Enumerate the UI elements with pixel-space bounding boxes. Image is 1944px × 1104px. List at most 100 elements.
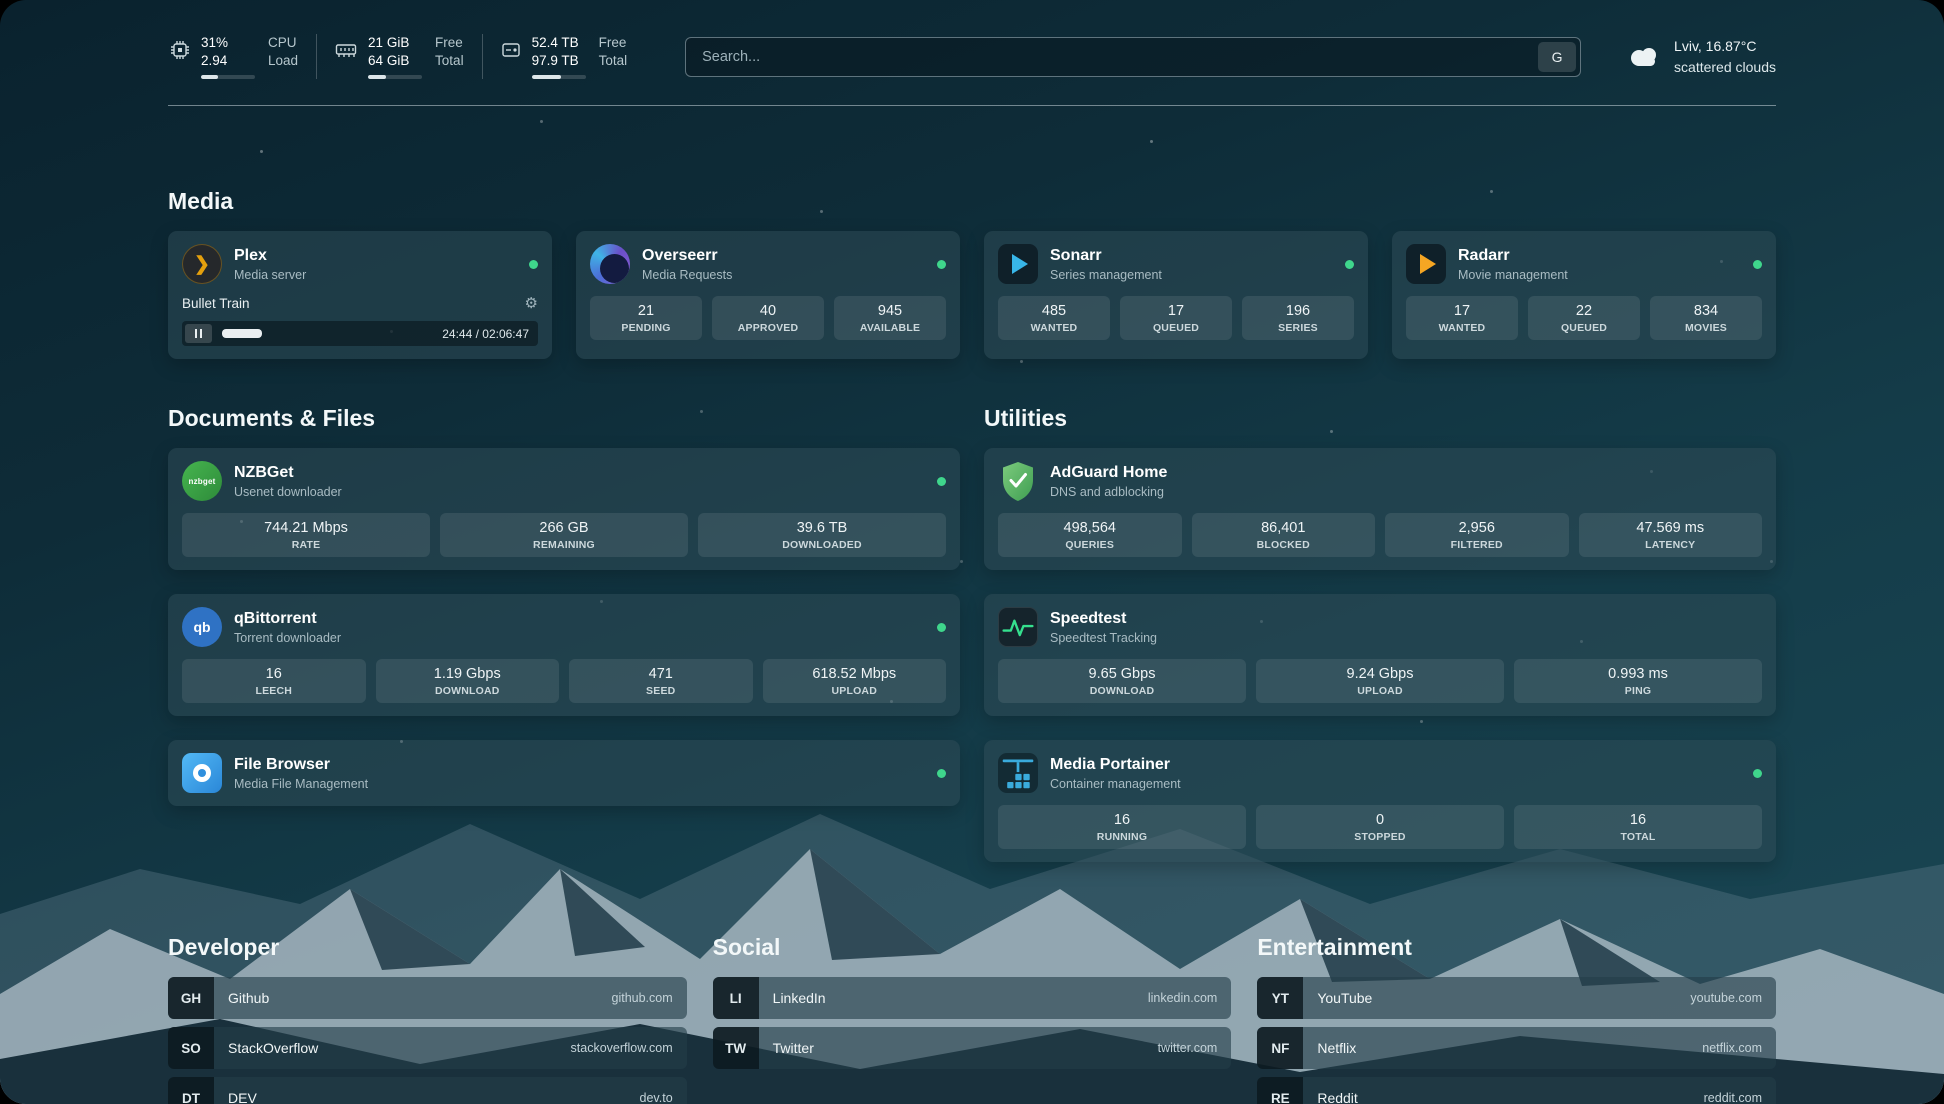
plex-seek-bar[interactable]: [222, 329, 432, 338]
pause-button[interactable]: [185, 324, 212, 343]
disk-free: 52.4 TB: [532, 34, 586, 52]
stat-series: 196 SERIES: [1242, 296, 1354, 340]
bookmark-reddit[interactable]: RE Reddit reddit.com: [1257, 1077, 1776, 1104]
radarr-icon: [1406, 244, 1446, 284]
bookmarks-area: Developer GH Github github.com SO StackO…: [168, 934, 1776, 1104]
ram-free: 21 GiB: [368, 34, 422, 52]
ram-total: 64 GiB: [368, 52, 422, 70]
cpu-metric-body: 31% 2.94 CPU Load: [201, 34, 298, 79]
cpu-label-bottom: Load: [268, 52, 298, 70]
stat-filtered: 2,956 FILTERED: [1385, 513, 1569, 557]
bookmark-linkedin[interactable]: LI LinkedIn linkedin.com: [713, 977, 1232, 1019]
filebrowser-status-dot: [937, 769, 946, 778]
ram-metric: 21 GiB 64 GiB Free Total: [316, 34, 482, 79]
bookmark-twitter[interactable]: TW Twitter twitter.com: [713, 1027, 1232, 1069]
stat-queued: 22 QUEUED: [1528, 296, 1640, 340]
bookmark-netflix[interactable]: NF Netflix netflix.com: [1257, 1027, 1776, 1069]
speedtest-icon: [998, 607, 1038, 647]
dev-abbr-badge: DT: [168, 1077, 214, 1104]
adguard-shield-icon: [998, 461, 1038, 501]
card-adguard[interactable]: AdGuard Home DNS and adblocking 498,564 …: [984, 448, 1776, 570]
stat-pending: 21 PENDING: [590, 296, 702, 340]
card-portainer[interactable]: Media Portainer Container management 16 …: [984, 740, 1776, 862]
portainer-status-dot: [1753, 769, 1762, 778]
sonarr-text: Sonarr Series management: [1050, 247, 1162, 282]
netflix-abbr-badge: NF: [1257, 1027, 1303, 1069]
disk-progress-fill: [532, 75, 561, 79]
overseerr-name: Overseerr: [642, 247, 732, 265]
weather-condition: scattered clouds: [1674, 57, 1776, 77]
disk-icon: [501, 40, 521, 60]
reddit-abbr-badge: RE: [1257, 1077, 1303, 1104]
stat-ping: 0.993 ms PING: [1514, 659, 1762, 703]
sonarr-name: Sonarr: [1050, 247, 1162, 265]
overseerr-icon: [590, 244, 630, 284]
stat-upload: 618.52 Mbps UPLOAD: [763, 659, 947, 703]
overseerr-stats: 21 PENDING 40 APPROVED 945 AVAILABLE: [590, 296, 946, 340]
card-nzbget[interactable]: nzbget NZBGet Usenet downloader 744.21 M…: [168, 448, 960, 570]
twitter-abbr-badge: TW: [713, 1027, 759, 1069]
stat-approved: 40 APPROVED: [712, 296, 824, 340]
nzbget-stats: 744.21 Mbps RATE 266 GB REMAINING 39.6 T…: [182, 513, 946, 557]
stat-wanted: 485 WANTED: [998, 296, 1110, 340]
nzbget-header: nzbget NZBGet Usenet downloader: [182, 461, 946, 501]
stat-blocked: 86,401 BLOCKED: [1192, 513, 1376, 557]
card-sonarr[interactable]: Sonarr Series management 485 WANTED 17 Q…: [984, 231, 1368, 359]
plex-description: Media server: [234, 268, 306, 282]
disk-labels: Free Total: [599, 34, 628, 79]
top-bar: 31% 2.94 CPU Load: [168, 34, 1776, 79]
card-filebrowser[interactable]: File Browser Media File Management: [168, 740, 960, 806]
card-overseerr[interactable]: Overseerr Media Requests 21 PENDING 40 A…: [576, 231, 960, 359]
plex-text: Plex Media server: [234, 247, 306, 282]
bookmark-title-social: Social: [713, 934, 1232, 961]
search-input[interactable]: [685, 37, 1581, 77]
bookmark-title-developer: Developer: [168, 934, 687, 961]
nzbget-icon: nzbget: [182, 461, 222, 501]
radarr-name: Radarr: [1458, 247, 1568, 265]
filebrowser-description: Media File Management: [234, 777, 368, 791]
card-qbittorrent[interactable]: qb qBittorrent Torrent downloader 16 LEE…: [168, 594, 960, 716]
ram-metric-body: 21 GiB 64 GiB Free Total: [368, 34, 464, 79]
card-radarr[interactable]: Radarr Movie management 17 WANTED 22 QUE…: [1392, 231, 1776, 359]
nzbget-name: NZBGet: [234, 464, 342, 482]
disk-metric-body: 52.4 TB 97.9 TB Free Total: [532, 34, 628, 79]
bookmark-github[interactable]: GH Github github.com: [168, 977, 687, 1019]
gear-icon[interactable]: ⚙: [525, 294, 538, 312]
bookmark-youtube[interactable]: YT YouTube youtube.com: [1257, 977, 1776, 1019]
bookmark-group-entertainment: Entertainment YT YouTube youtube.com NF …: [1257, 934, 1776, 1104]
disk-label-top: Free: [599, 34, 628, 52]
radarr-stats: 17 WANTED 22 QUEUED 834 MOVIES: [1406, 296, 1762, 340]
cpu-progress-bar: [201, 75, 255, 79]
qbittorrent-header: qb qBittorrent Torrent downloader: [182, 607, 946, 647]
filebrowser-icon: [182, 753, 222, 793]
bookmark-stackoverflow[interactable]: SO StackOverflow stackoverflow.com: [168, 1027, 687, 1069]
disk-metric: 52.4 TB 97.9 TB Free Total: [482, 34, 646, 79]
stat-running: 16 RUNNING: [998, 805, 1246, 849]
search-engine-button[interactable]: G: [1538, 42, 1576, 72]
plex-status-dot: [529, 260, 538, 269]
disk-label-bottom: Total: [599, 52, 628, 70]
stat-upload: 9.24 Gbps UPLOAD: [1256, 659, 1504, 703]
bookmark-title-entertainment: Entertainment: [1257, 934, 1776, 961]
portainer-stats: 16 RUNNING 0 STOPPED 16 TOTAL: [998, 805, 1762, 849]
card-speedtest[interactable]: Speedtest Speedtest Tracking 9.65 Gbps D…: [984, 594, 1776, 716]
qbittorrent-status-dot: [937, 623, 946, 632]
middle-columns: Documents & Files nzbget NZBGet Usenet d…: [168, 405, 1776, 862]
speedtest-name: Speedtest: [1050, 610, 1157, 628]
header-divider: [168, 105, 1776, 106]
cloud-icon: [1627, 44, 1661, 70]
stat-leech: 16 LEECH: [182, 659, 366, 703]
disk-progress-bar: [532, 75, 586, 79]
page-content: 31% 2.94 CPU Load: [168, 0, 1776, 1104]
adguard-description: DNS and adblocking: [1050, 485, 1167, 499]
weather-widget[interactable]: Lviv, 16.87°C scattered clouds: [1627, 36, 1776, 77]
stat-download: 9.65 Gbps DOWNLOAD: [998, 659, 1246, 703]
section-utilities: Utilities: [984, 405, 1776, 862]
card-plex[interactable]: ❯ Plex Media server Bullet Train ⚙: [168, 231, 552, 359]
bookmark-dev[interactable]: DT DEV dev.to: [168, 1077, 687, 1104]
stat-queued: 17 QUEUED: [1120, 296, 1232, 340]
cpu-percent: 31%: [201, 34, 255, 52]
ram-label-bottom: Total: [435, 52, 464, 70]
portainer-header: Media Portainer Container management: [998, 753, 1762, 793]
disk-total: 97.9 TB: [532, 52, 586, 70]
